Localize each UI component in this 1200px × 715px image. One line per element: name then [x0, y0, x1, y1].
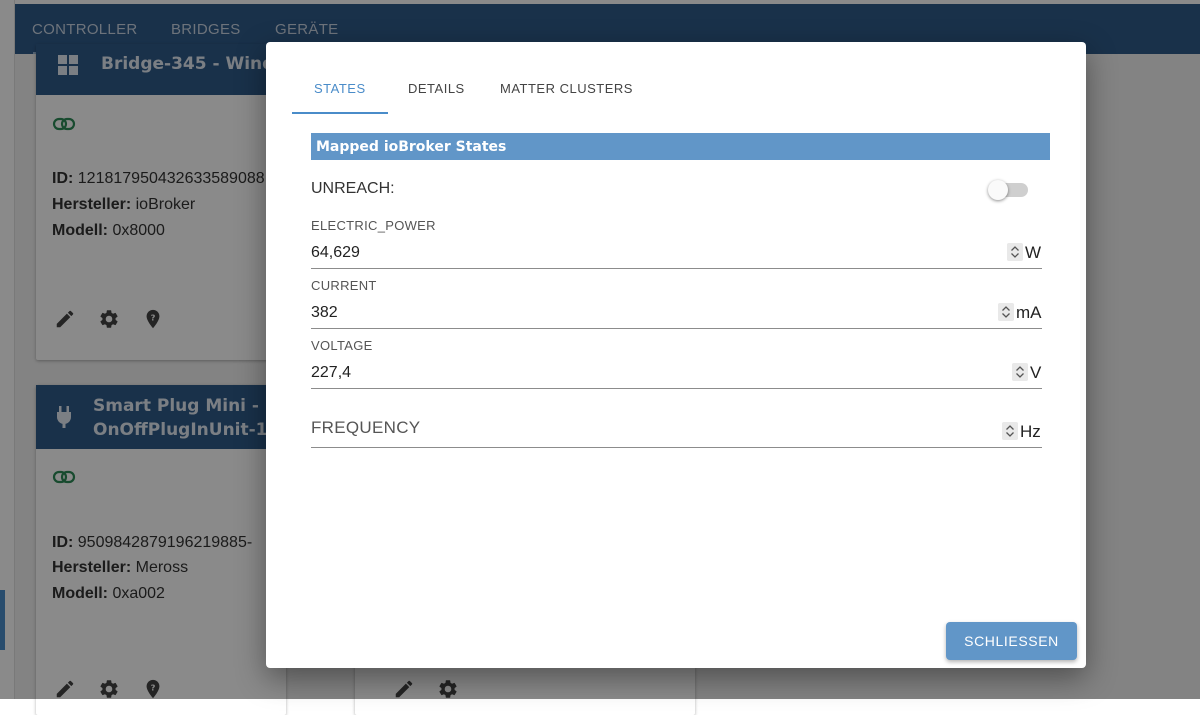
input-underline	[311, 447, 1042, 448]
section-title: Mapped ioBroker States	[316, 139, 507, 155]
field-label: ELECTRIC_POWER	[311, 218, 436, 233]
unit-label: Hz	[1020, 422, 1041, 441]
close-button[interactable]: SCHLIESSEN	[946, 622, 1077, 660]
current-field: CURRENT 382 mA	[311, 278, 1042, 330]
number-spinner-icon[interactable]	[1002, 422, 1018, 440]
section-header: Mapped ioBroker States	[311, 133, 1050, 160]
tab-matter-clusters[interactable]: MATTER CLUSTERS	[500, 81, 633, 96]
frequency-input[interactable]: FREQUENCY	[311, 418, 420, 438]
field-label: CURRENT	[311, 278, 377, 293]
number-spinner-icon[interactable]	[1007, 243, 1023, 261]
unit-label: W	[1025, 243, 1042, 262]
electric-power-field: ELECTRIC_POWER 64,629 W	[311, 218, 1042, 270]
tab-states[interactable]: STATES	[314, 81, 366, 96]
unreach-toggle[interactable]	[988, 180, 1028, 200]
number-spinner-icon[interactable]	[1012, 363, 1028, 381]
input-underline	[311, 388, 1042, 389]
unreach-label: UNREACH:	[311, 180, 395, 197]
unit-label: mA	[1016, 303, 1042, 322]
input-underline	[311, 328, 1042, 329]
device-states-dialog: STATES DETAILS MATTER CLUSTERS Mapped io…	[266, 42, 1086, 668]
frequency-field: FREQUENCY Hz	[311, 418, 1042, 450]
electric-power-input[interactable]: 64,629	[311, 244, 360, 262]
field-label: VOLTAGE	[311, 338, 373, 353]
voltage-field: VOLTAGE 227,4 V	[311, 338, 1042, 390]
tab-indicator	[292, 112, 388, 114]
number-spinner-icon[interactable]	[998, 303, 1014, 321]
input-underline	[311, 268, 1042, 269]
voltage-input[interactable]: 227,4	[311, 364, 351, 382]
tab-details[interactable]: DETAILS	[408, 81, 465, 96]
current-input[interactable]: 382	[311, 304, 338, 322]
toggle-thumb	[988, 180, 1008, 200]
unit-label: V	[1030, 363, 1042, 382]
